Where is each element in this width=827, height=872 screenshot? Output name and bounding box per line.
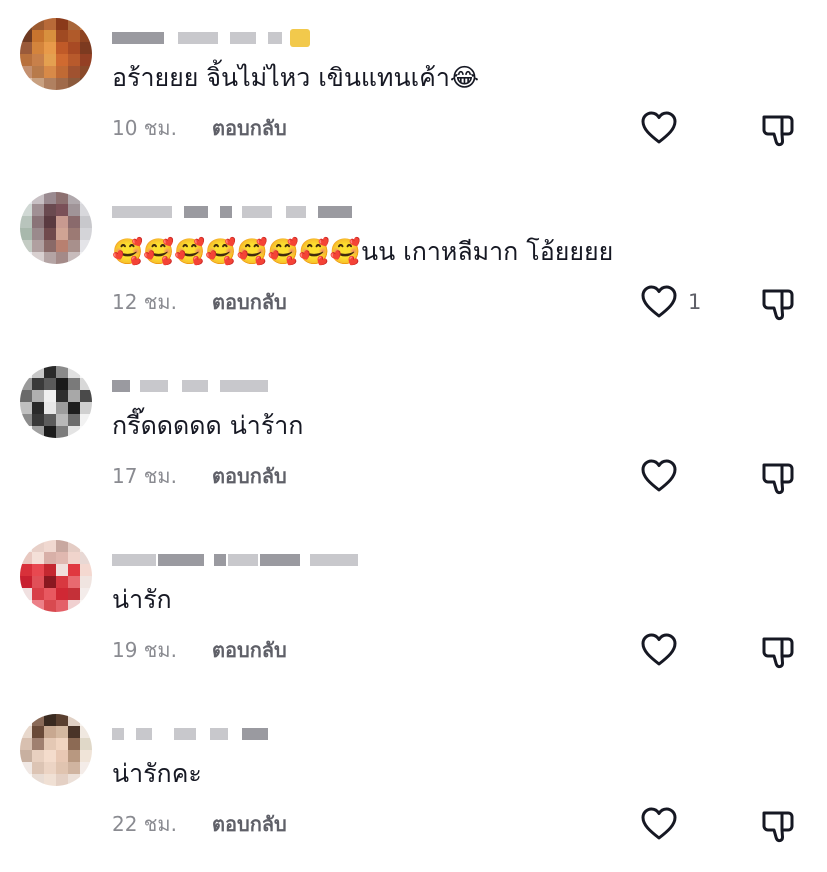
avatar[interactable] xyxy=(20,366,92,438)
thumbs-down-icon xyxy=(758,806,798,846)
comment-item: อร้ายยย จิ้นไม่ไหว เขินแทนเค้า😂 10 ชม. ต… xyxy=(0,0,827,174)
thumbs-down-icon xyxy=(758,284,798,324)
comment-item: 🥰🥰🥰🥰🥰🥰🥰🥰นน เกาหลีมาก โอ้ยยยย 12 ชม. ตอบก… xyxy=(0,174,827,348)
dislike-button[interactable] xyxy=(758,284,798,324)
comment-time: 10 ชม. xyxy=(112,116,177,140)
like-count: 1 xyxy=(688,290,702,314)
comment-meta: 19 ชม. ตอบกลับ xyxy=(112,636,287,664)
reply-button[interactable]: ตอบกลับ xyxy=(212,288,287,316)
heart-icon xyxy=(640,110,678,146)
heart-icon xyxy=(640,806,678,842)
comment-text: น่ารัก xyxy=(112,585,172,614)
comment-text: กรี๊ดดดดด น่าร้าก xyxy=(112,411,304,440)
like-button[interactable] xyxy=(640,806,688,842)
dislike-button[interactable] xyxy=(758,110,798,150)
avatar[interactable] xyxy=(20,18,92,90)
reply-button[interactable]: ตอบกลับ xyxy=(212,636,287,664)
like-button[interactable] xyxy=(640,110,688,146)
avatar[interactable] xyxy=(20,714,92,786)
comment-item: น่ารักคะ 22 ชม. ตอบกลับ xyxy=(0,696,827,870)
like-button[interactable]: 1 xyxy=(640,284,701,320)
comment-item: กรี๊ดดดดด น่าร้าก 17 ชม. ตอบกลับ xyxy=(0,348,827,522)
avatar[interactable] xyxy=(20,540,92,612)
comment-meta: 12 ชม. ตอบกลับ xyxy=(112,288,287,316)
heart-icon xyxy=(640,284,678,320)
comment-time: 12 ชม. xyxy=(112,290,177,314)
like-button[interactable] xyxy=(640,458,688,494)
dislike-button[interactable] xyxy=(758,806,798,846)
comment-time: 22 ชม. xyxy=(112,812,177,836)
username-blurred[interactable] xyxy=(112,376,268,396)
avatar[interactable] xyxy=(20,192,92,264)
comment-text: 🥰🥰🥰🥰🥰🥰🥰🥰นน เกาหลีมาก โอ้ยยยย xyxy=(112,237,614,266)
username-blurred[interactable] xyxy=(112,28,310,48)
comment-meta: 17 ชม. ตอบกลับ xyxy=(112,462,287,490)
thumbs-down-icon xyxy=(758,458,798,498)
comment-time: 19 ชม. xyxy=(112,638,177,662)
reply-button[interactable]: ตอบกลับ xyxy=(212,462,287,490)
username-blurred[interactable] xyxy=(112,202,352,222)
thumbs-down-icon xyxy=(758,632,798,672)
thumbs-down-icon xyxy=(758,110,798,150)
dislike-button[interactable] xyxy=(758,632,798,672)
username-blurred[interactable] xyxy=(112,724,268,744)
username-blurred[interactable] xyxy=(112,550,358,570)
comment-list: อร้ายยย จิ้นไม่ไหว เขินแทนเค้า😂 10 ชม. ต… xyxy=(0,0,827,872)
comment-item: น่ารัก 19 ชม. ตอบกลับ xyxy=(0,522,827,696)
heart-icon xyxy=(640,458,678,494)
heart-icon xyxy=(640,632,678,668)
like-button[interactable] xyxy=(640,632,688,668)
reply-button[interactable]: ตอบกลับ xyxy=(212,114,287,142)
comment-meta: 10 ชม. ตอบกลับ xyxy=(112,114,287,142)
comment-meta: 22 ชม. ตอบกลับ xyxy=(112,810,287,838)
comment-time: 17 ชม. xyxy=(112,464,177,488)
reply-button[interactable]: ตอบกลับ xyxy=(212,810,287,838)
dislike-button[interactable] xyxy=(758,458,798,498)
comment-text: อร้ายยย จิ้นไม่ไหว เขินแทนเค้า😂 xyxy=(112,63,480,92)
comment-text: น่ารักคะ xyxy=(112,759,202,788)
